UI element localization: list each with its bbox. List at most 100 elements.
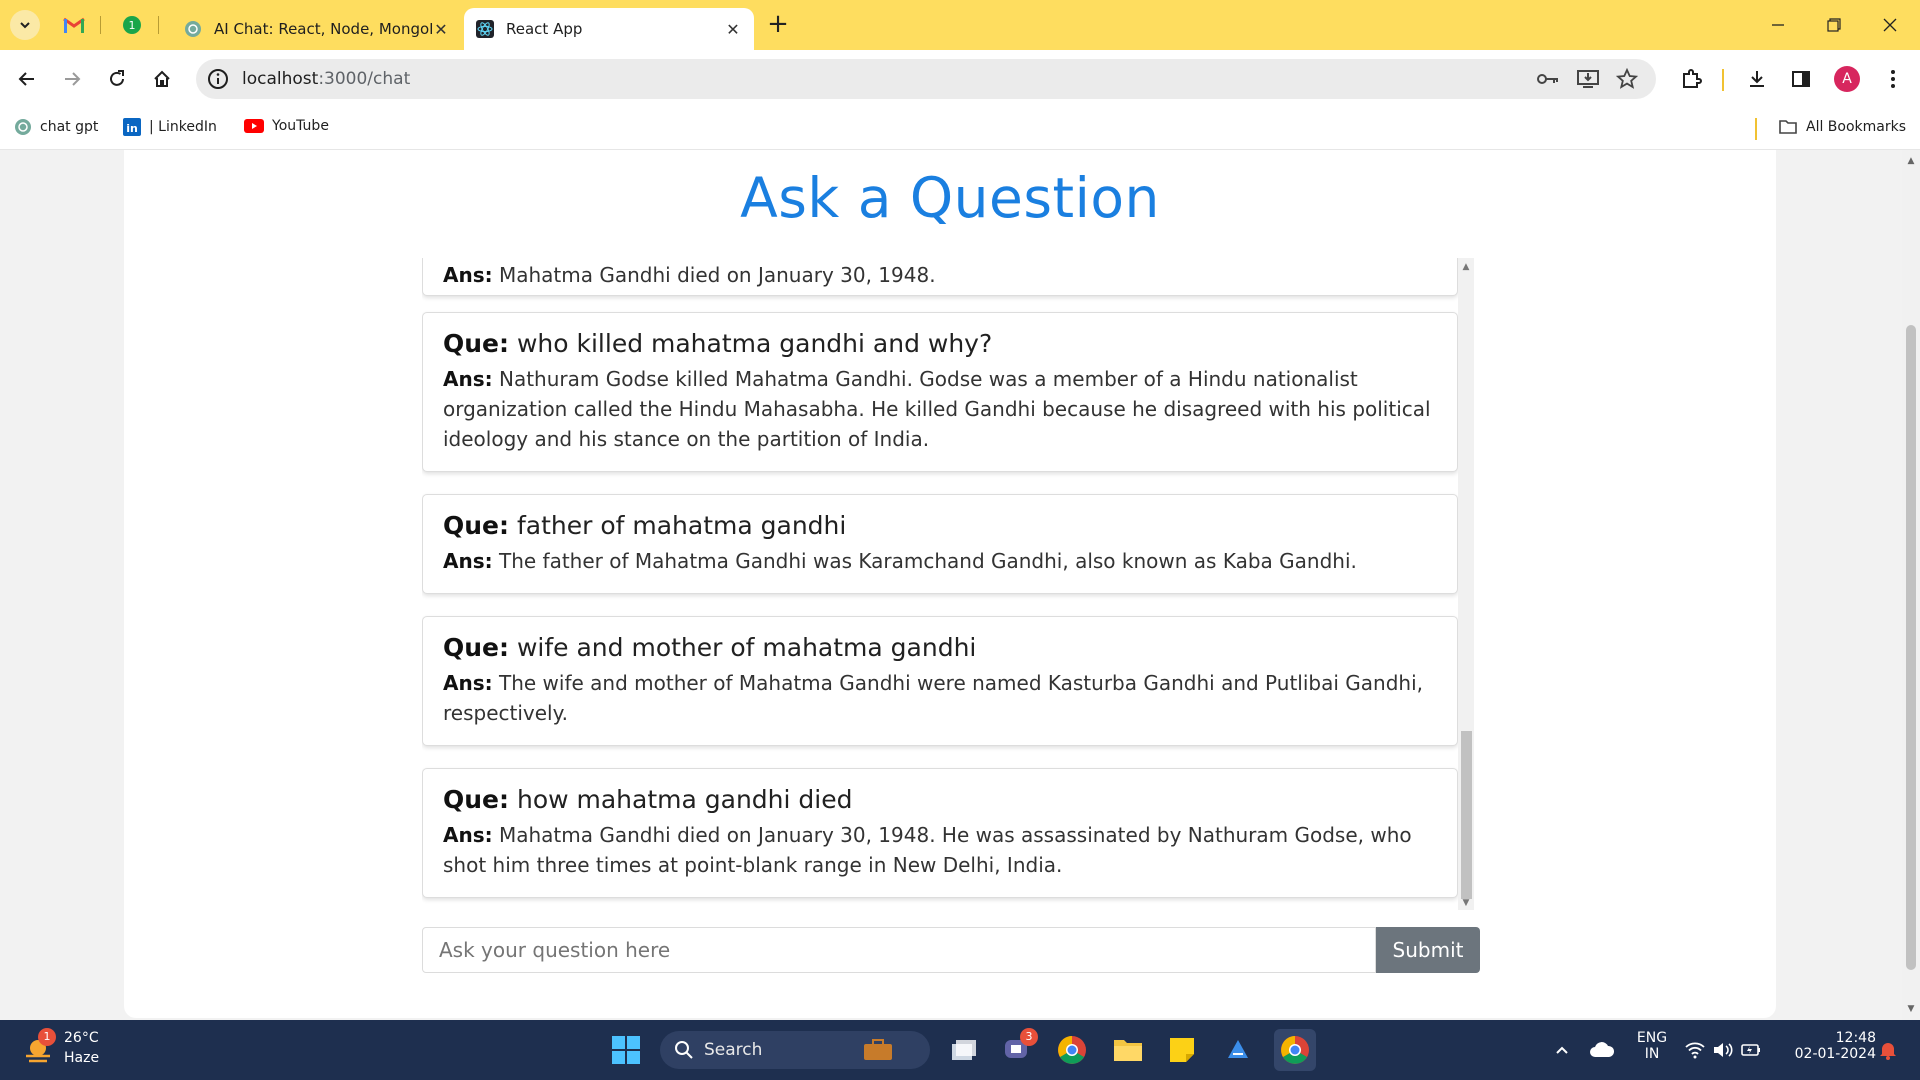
chatgpt-icon (15, 119, 31, 135)
quick-settings-button[interactable] (1680, 1032, 1766, 1068)
info-icon[interactable] (206, 67, 230, 91)
profile-avatar[interactable]: A (1834, 66, 1860, 92)
tab-react-app[interactable]: React App ✕ (464, 8, 754, 50)
que-label: Que: (443, 329, 510, 358)
teams-badge: 3 (1020, 1028, 1038, 1046)
answer-text: Ans: Mahatma Gandhi died on January 30, … (443, 820, 1437, 880)
page-viewport: Ask a Question Ans: Mahatma Gandhi died … (0, 150, 1902, 1020)
language-indicator[interactable]: ENG IN (1632, 1030, 1672, 1062)
vscode-button[interactable] (1220, 1032, 1256, 1068)
reload-button[interactable] (100, 62, 134, 96)
downloads-button[interactable] (1740, 62, 1774, 96)
star-icon[interactable] (1616, 68, 1638, 90)
scroll-down-arrow-icon[interactable]: ▼ (1906, 1004, 1916, 1014)
tab-ai-chat[interactable]: AI Chat: React, Node, MongoDB ✕ (172, 8, 462, 50)
chrome-icon (1058, 1036, 1086, 1064)
page-title: Ask a Question (740, 166, 1160, 230)
kebab-menu-icon (1891, 70, 1895, 88)
chevron-down-icon (20, 22, 30, 29)
weather-widget[interactable]: 1 (20, 1028, 56, 1068)
tab-title: AI Chat: React, Node, MongoDB (214, 20, 432, 38)
sticky-notes-button[interactable] (1164, 1032, 1200, 1068)
side-panel-icon (1792, 71, 1810, 87)
submit-button[interactable]: Submit (1376, 927, 1480, 973)
new-tab-button[interactable]: + (763, 10, 793, 40)
briefcase-icon (864, 1039, 892, 1060)
chat-history[interactable]: Ans: Mahatma Gandhi died on January 30, … (422, 258, 1474, 910)
minimize-button[interactable] (1748, 0, 1808, 50)
close-tab-icon[interactable]: ✕ (432, 20, 450, 39)
chat-scrollbar[interactable]: ▲ ▼ (1458, 258, 1474, 910)
sticky-note-icon (1170, 1038, 1194, 1062)
home-icon (154, 70, 170, 87)
page-scrollbar[interactable]: ▲ ▼ (1902, 150, 1920, 1020)
bookmark-label: chat gpt (40, 119, 99, 135)
teams-button[interactable]: 3 (1000, 1028, 1038, 1068)
chat-message: Que: wife and mother of mahatma gandhi A… (422, 616, 1458, 746)
forward-button[interactable] (55, 62, 89, 96)
page-scrollbar-thumb[interactable] (1906, 325, 1916, 970)
chrome-taskbar-button[interactable] (1054, 1032, 1090, 1068)
tab-title: React App (506, 20, 583, 38)
url-host: localhost (242, 69, 319, 89)
restore-button[interactable] (1804, 0, 1864, 50)
reload-icon (110, 70, 124, 86)
all-bookmarks-button[interactable]: All Bookmarks (1778, 118, 1906, 136)
taskbar-search[interactable]: Search (660, 1031, 930, 1069)
toolbar-separator (1722, 69, 1724, 91)
que-label: Que: (443, 511, 510, 540)
chrome-profile-button[interactable] (1274, 1029, 1316, 1071)
pinned-tab-one[interactable]: 1 (119, 12, 145, 38)
side-panel-button[interactable] (1784, 62, 1818, 96)
gmail-icon (63, 17, 85, 33)
tab-strip: 1 AI Chat: React, Node, MongoDB ✕ React … (0, 0, 1920, 50)
weather-temperature: 26°C (64, 1030, 99, 1046)
language-code: ENG (1636, 1030, 1668, 1046)
address-bar[interactable]: localhost:3000/chat (196, 59, 1656, 99)
answer-text: Ans: Nathuram Godse killed Mahatma Gandh… (443, 364, 1437, 454)
ans-label: Ans: (443, 263, 493, 287)
bookmark-linkedin[interactable]: in | LinkedIn (123, 118, 217, 136)
chat-scrollbar-thumb[interactable] (1461, 731, 1472, 899)
answer-text: Ans: The wife and mother of Mahatma Gand… (443, 668, 1437, 728)
browser-toolbar: localhost:3000/chat A (0, 50, 1920, 108)
windows-icon (612, 1036, 640, 1064)
close-tab-icon[interactable]: ✕ (724, 20, 742, 39)
home-button[interactable] (145, 62, 179, 96)
tray-overflow-button[interactable] (1544, 1032, 1580, 1068)
answer-value: Mahatma Gandhi died on January 30, 1948. (498, 263, 936, 287)
question-text: Que: how mahatma gandhi died (443, 785, 1437, 814)
scroll-up-arrow-icon[interactable]: ▲ (1906, 156, 1916, 166)
scroll-down-arrow-icon[interactable]: ▼ (1461, 898, 1471, 908)
url-text: localhost:3000/chat (242, 69, 410, 89)
chat-message: Ans: Mahatma Gandhi died on January 30, … (422, 258, 1458, 296)
search-icon (675, 1041, 693, 1059)
install-app-icon[interactable] (1576, 68, 1600, 90)
app-icon (1228, 1040, 1248, 1058)
notifications-button[interactable] (1868, 1032, 1908, 1068)
question-value: father of mahatma gandhi (516, 511, 847, 540)
scroll-up-arrow-icon[interactable]: ▲ (1461, 262, 1471, 272)
menu-button[interactable] (1876, 62, 1910, 96)
task-view-button[interactable] (946, 1032, 982, 1068)
download-icon (1750, 71, 1764, 87)
bookmarks-bar: chat gpt in | LinkedIn YouTube All Bookm… (0, 108, 1920, 150)
back-button[interactable] (10, 62, 44, 96)
ans-label: Ans: (443, 367, 493, 391)
tab-separator (100, 16, 101, 34)
clock[interactable]: 12:48 02-01-2024 (1780, 1030, 1876, 1062)
question-input[interactable] (422, 927, 1376, 973)
file-explorer-button[interactable] (1110, 1032, 1146, 1068)
tab-search-button[interactable] (10, 10, 40, 40)
pinned-tab-gmail[interactable] (61, 12, 87, 38)
start-button[interactable] (608, 1032, 644, 1068)
bookmark-youtube[interactable]: YouTube (244, 118, 329, 134)
arrow-left-icon (18, 72, 34, 86)
que-label: Que: (443, 633, 510, 662)
extensions-button[interactable] (1674, 62, 1708, 96)
onedrive-button[interactable] (1584, 1032, 1620, 1068)
close-window-button[interactable] (1860, 0, 1920, 50)
bookmark-chatgpt[interactable]: chat gpt (14, 118, 98, 136)
question-text: Que: who killed mahatma gandhi and why? (443, 329, 1437, 358)
key-icon[interactable] (1536, 69, 1560, 89)
